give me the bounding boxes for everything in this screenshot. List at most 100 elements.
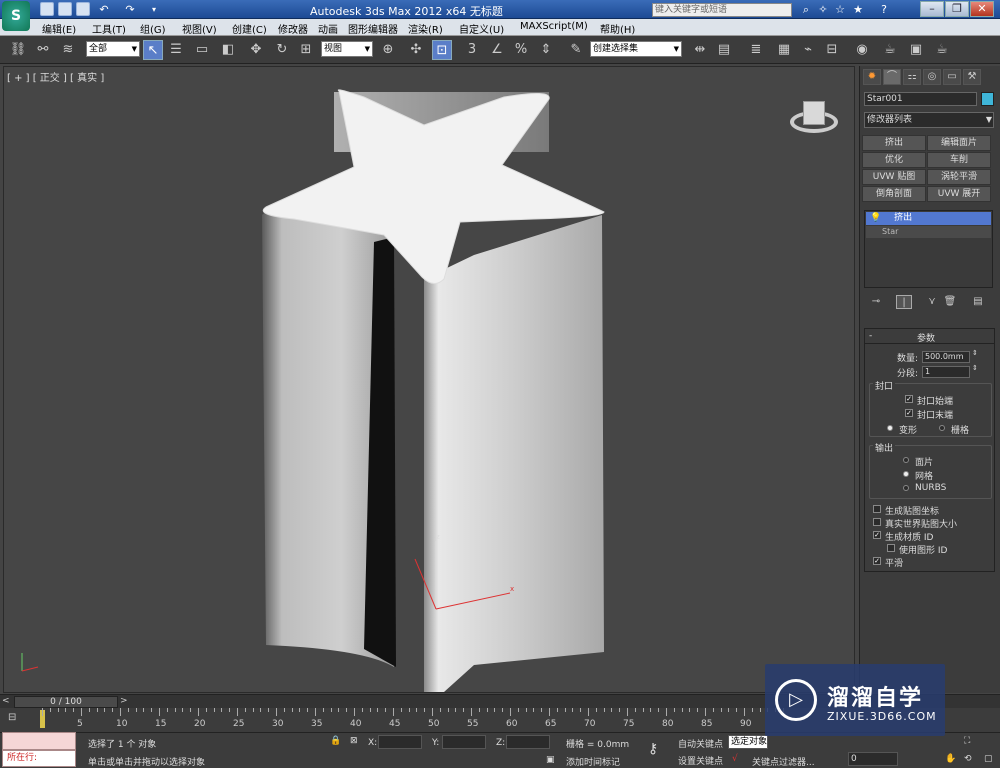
pan-icon[interactable]: ✋ [945, 754, 956, 764]
render-setup-icon[interactable]: ☕ [880, 40, 900, 60]
make-unique-icon[interactable]: ⋎ [924, 295, 940, 309]
auto-key-button[interactable]: 自动关键点 [678, 737, 723, 750]
output-patch-radio[interactable] [903, 457, 909, 463]
mod-uvw-map-button[interactable]: UVW 贴图 [862, 169, 926, 185]
unlink-icon[interactable]: ⚯ [33, 40, 53, 60]
app-logo-icon[interactable]: S [2, 1, 30, 31]
y-coordinate-field[interactable] [442, 735, 486, 749]
modify-tab-icon[interactable]: ⌒ [883, 69, 901, 85]
star-icon[interactable]: ★ [850, 2, 866, 17]
segments-spinner[interactable]: 1 [922, 366, 970, 378]
maxscript-running-label[interactable]: 所在行: [2, 750, 76, 767]
zoom-extents-icon[interactable]: ⛶ [964, 736, 970, 746]
open-file-icon[interactable] [58, 2, 72, 16]
time-next-icon[interactable]: > [120, 696, 128, 706]
selection-filter-dropdown[interactable]: 全部 [86, 41, 140, 57]
menu-edit[interactable]: 编辑(E) [42, 21, 76, 36]
menu-create[interactable]: 创建(C) [232, 21, 267, 36]
current-frame-field[interactable]: 0 [848, 752, 898, 766]
edit-named-selection-icon[interactable]: ✎ [566, 40, 586, 60]
show-end-result-icon[interactable]: | [896, 295, 912, 309]
spinner-snap-icon[interactable]: ⇕ [536, 40, 556, 60]
cap-start-checkbox[interactable]: ✓ [905, 395, 913, 403]
pin-stack-icon[interactable]: ⊸ [868, 295, 884, 309]
window-crossing-icon[interactable]: ◧ [218, 40, 238, 60]
menu-customize[interactable]: 自定义(U) [459, 21, 504, 36]
select-object-icon[interactable]: ↖ [143, 40, 163, 60]
menu-graph-editors[interactable]: 图形编辑器 [348, 21, 398, 36]
configure-sets-icon[interactable]: ▤ [970, 295, 986, 309]
time-tag-icon[interactable]: ▣ [546, 755, 555, 765]
create-tab-icon[interactable]: ✹ [863, 69, 881, 85]
menu-animation[interactable]: 动画 [318, 21, 338, 36]
percent-snap-icon[interactable]: % [511, 40, 531, 60]
layer-manager-icon[interactable]: ≣ [746, 40, 766, 60]
time-slider[interactable]: 0 / 100 [14, 696, 118, 708]
amount-spinner[interactable]: 500.0mm [922, 351, 970, 363]
rect-selection-icon[interactable]: ▭ [192, 40, 212, 60]
save-icon[interactable] [76, 2, 90, 16]
cap-end-checkbox[interactable]: ✓ [905, 409, 913, 417]
rollout-collapse-icon[interactable]: - [869, 331, 872, 341]
maximize-button[interactable]: ❐ [945, 1, 969, 17]
mod-optimize-button[interactable]: 优化 [862, 152, 926, 168]
mod-extrude-button[interactable]: 挤出 [862, 135, 926, 151]
display-tab-icon[interactable]: ▭ [943, 69, 961, 85]
menu-maxscript[interactable]: MAXScript(M) [520, 21, 588, 32]
mod-turbosmooth-button[interactable]: 涡轮平滑 [927, 169, 991, 185]
x-coordinate-field[interactable] [378, 735, 422, 749]
select-manipulate-icon[interactable]: ✣ [406, 40, 426, 60]
binoculars-icon[interactable]: ⌕ [798, 2, 814, 17]
modifier-list-arrow-icon[interactable]: ▼ [984, 113, 994, 127]
object-color-swatch[interactable] [981, 92, 994, 106]
material-editor-icon[interactable]: ◉ [852, 40, 872, 60]
menu-group[interactable]: 组(G) [140, 21, 166, 36]
object-name-field[interactable]: Star001 [864, 92, 977, 106]
grid-radio[interactable] [939, 425, 945, 431]
set-key-icon[interactable]: ⚷ [648, 741, 658, 757]
angle-snap-icon[interactable]: ∠ [487, 40, 507, 60]
key-filters-icon[interactable]: √ [732, 754, 738, 764]
maxscript-listener[interactable] [2, 732, 76, 750]
mirror-icon[interactable]: ⇹ [690, 40, 710, 60]
utilities-tab-icon[interactable]: ⚒ [963, 69, 981, 85]
hierarchy-tab-icon[interactable]: ⚏ [903, 69, 921, 85]
move-icon[interactable]: ✥ [246, 40, 266, 60]
menu-views[interactable]: 视图(V) [182, 21, 217, 36]
favorites-icon[interactable]: ☆ [832, 2, 848, 17]
use-shape-ids-checkbox[interactable] [887, 544, 895, 552]
stack-item-star[interactable]: Star [866, 226, 991, 238]
remove-modifier-icon[interactable]: 🗑 [942, 295, 958, 309]
viewport-front[interactable]: [ + ] [ 正交 ] [ 真实 ] z x [3, 66, 855, 693]
viewcube[interactable] [788, 95, 840, 139]
pivot-center-icon[interactable]: ⊕ [378, 40, 398, 60]
mod-bevel-profile-button[interactable]: 倒角剖面 [862, 186, 926, 202]
z-coordinate-field[interactable] [506, 735, 550, 749]
qa-dropdown-icon[interactable]: ▾ [146, 2, 162, 17]
motion-tab-icon[interactable]: ◎ [923, 69, 941, 85]
render-production-icon[interactable]: ☕ [932, 40, 952, 60]
undo-icon[interactable]: ↶ [96, 2, 112, 17]
mod-unwrap-uvw-button[interactable]: UVW 展开 [927, 186, 991, 202]
menu-help[interactable]: 帮助(H) [600, 21, 635, 36]
menu-tools[interactable]: 工具(T) [92, 21, 126, 36]
morph-radio[interactable] [887, 425, 893, 431]
help-icon[interactable]: ? [876, 2, 892, 17]
subscription-icon[interactable]: ✧ [815, 2, 831, 17]
gen-mat-ids-checkbox[interactable]: ✓ [873, 531, 881, 539]
new-file-icon[interactable] [40, 2, 54, 16]
output-nurbs-radio[interactable] [903, 485, 909, 491]
time-prev-icon[interactable]: < [2, 696, 10, 706]
mod-edit-patch-button[interactable]: 编辑面片 [927, 135, 991, 151]
keyboard-shortcut-icon[interactable]: ⊡ [432, 40, 452, 60]
smooth-checkbox[interactable]: ✓ [873, 557, 881, 565]
modifier-list-dropdown[interactable]: 修改器列表 [864, 112, 994, 128]
select-by-name-icon[interactable]: ☰ [166, 40, 186, 60]
scale-icon[interactable]: ⊞ [296, 40, 316, 60]
snap-3d-icon[interactable]: 3 [462, 40, 482, 60]
close-button[interactable]: ✕ [970, 1, 994, 17]
extruded-star-model[interactable]: z x [4, 67, 854, 692]
curve-editor-icon[interactable]: ⌁ [798, 40, 818, 60]
ribbon-icon[interactable]: ▦ [774, 40, 794, 60]
amount-spinner-arrows-icon[interactable]: ⇕ [972, 349, 978, 357]
